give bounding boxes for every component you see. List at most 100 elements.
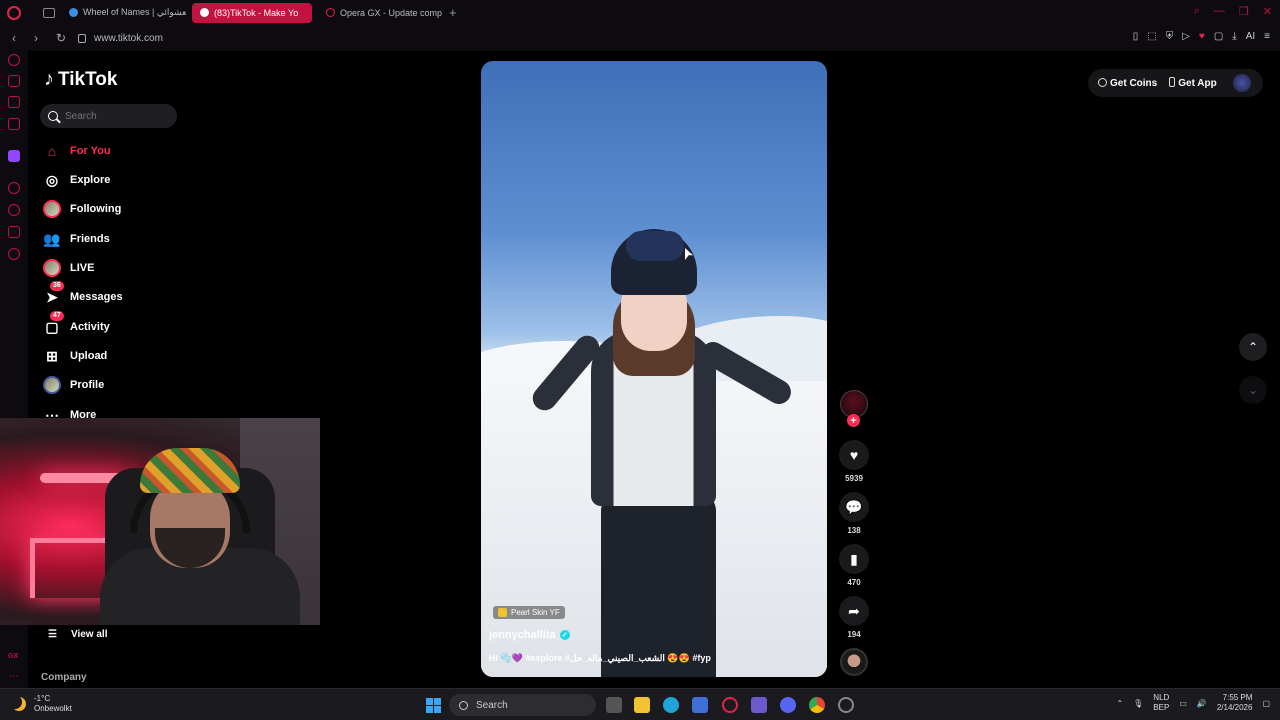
download-icon[interactable]: ⤓ [1232,31,1236,42]
gx-icon[interactable]: GX [8,653,18,660]
history-icon[interactable] [8,54,20,66]
nav-messages[interactable]: ➤ 36 Messages [42,281,123,308]
new-tab-button[interactable]: + [449,5,457,20]
volume-icon[interactable]: 🔊 [1197,699,1207,708]
nav-upload[interactable]: ⊞ Upload [42,345,107,367]
clock-icon[interactable] [8,204,20,216]
nav-live[interactable]: LIVE [42,257,94,279]
verified-icon: ✓ [559,630,570,640]
twitch-icon[interactable] [8,150,20,162]
video-author[interactable]: jennychallita ✓ [489,629,570,641]
save-action[interactable]: ▮ 470 [838,544,870,587]
nav-explore[interactable]: ◎ Explore [42,169,110,191]
nav-label: Explore [70,174,111,186]
heart-icon: ♥ [839,440,869,470]
discord-icon[interactable] [780,697,796,713]
chat-icon[interactable] [8,226,20,238]
app-icon[interactable] [751,697,767,713]
user-avatar[interactable] [1232,74,1251,92]
tiktok-wordmark: TikTok [58,68,118,90]
cube-icon[interactable] [8,118,20,130]
share-action[interactable]: ➦ 194 [838,596,870,639]
file-explorer-icon[interactable] [634,697,650,713]
chrome-icon[interactable] [809,697,825,713]
address-bar: ‹ › ↻ www.tiktok.com ▯ ⬚ ⛨ ▷ ♥ ▢ ⤓ AI ≡ [0,25,1280,51]
maximize-icon[interactable]: ❐ [1239,5,1249,18]
task-view-icon[interactable] [606,697,622,713]
notification-icon[interactable]: ▢ [1262,699,1270,708]
bookmark-icon[interactable]: ▯ [1133,31,1139,42]
music-disc-icon[interactable] [840,648,868,676]
lock-icon[interactable] [78,33,86,43]
store-icon[interactable] [692,697,708,713]
weather-text: -1°C Onbewolkt [34,694,72,714]
search-tabs-icon[interactable]: ⌕ [1194,5,1200,18]
like-action[interactable]: ♥ 5939 [838,440,870,483]
language-indicator[interactable]: NLD BEP [1153,693,1169,713]
player-icon[interactable] [8,182,20,194]
heart-icon[interactable]: ♥ [1199,31,1205,42]
nav-profile[interactable]: Profile [42,374,104,396]
ai-button[interactable]: AI [1246,31,1255,42]
tray-overflow-icon[interactable]: ⌃ [1116,699,1123,708]
get-coins-button[interactable]: Get Coins [1098,77,1157,89]
nav-friends[interactable]: 👥 Friends [42,228,109,250]
get-app-button[interactable]: Get App [1169,77,1217,89]
minimize-icon[interactable]: — [1214,5,1225,18]
comment-action[interactable]: 💬 138 [838,492,870,535]
menu-icon[interactable]: ≡ [1264,31,1270,42]
upload-icon: ⊞ [46,347,58,364]
reload-icon[interactable]: ↻ [56,31,66,45]
company-heading[interactable]: Company [41,672,87,683]
system-tray: ⌃ 🎙 NLD BEP ▭ 🔊 7:55 PM 2/14/2026 ▢ [1116,693,1270,713]
search-input[interactable] [65,110,165,122]
tab-tiktok[interactable]: (83)TikTok - Make Yo [192,2,312,23]
video-player[interactable]: Pearl Skin YF jennychallita ✓ Hi 🫧💜 #exp… [481,61,827,677]
bag-icon[interactable] [8,75,20,87]
opera-logo-icon[interactable] [7,5,21,20]
video-caption[interactable]: Hi 🫧💜 #explore #الشعب_الصيني_ماله_حل 😍😍 … [489,653,711,664]
header-actions: Get Coins Get App [1088,69,1263,97]
shield-icon[interactable]: ⛨ [1166,31,1174,42]
mail-icon[interactable] [8,96,20,108]
chevron-down-icon: ⌄ [1247,383,1259,397]
sponsor-label: Pearl Skin YF [511,608,560,617]
weather-widget[interactable]: -1°C Onbewolkt [12,694,72,714]
network-icon[interactable]: ▭ [1179,699,1187,708]
wallet-icon[interactable]: ▢ [1214,31,1223,42]
snapshot-icon[interactable]: ⬚ [1147,31,1156,42]
username-label: jennychallita [489,629,556,641]
previous-video-button[interactable]: ⌃ [1239,333,1267,361]
subject-legs [601,491,716,677]
edge-icon[interactable] [663,697,679,713]
microphone-icon[interactable]: 🎙 [1133,699,1143,708]
taskbar-search[interactable]: Search [449,694,596,716]
search-box[interactable] [40,104,177,128]
nav-following[interactable]: Following [42,198,121,220]
nav-for-you[interactable]: ⌂ For You [42,140,111,162]
sponsor-tag[interactable]: Pearl Skin YF [493,606,565,619]
forward-icon[interactable]: › [34,31,44,45]
settings-icon[interactable] [8,248,20,260]
sidebar-more-icon[interactable]: ⋯ [9,671,19,682]
start-button[interactable] [426,698,441,713]
share-icon: ➦ [839,596,869,626]
opera-gx-taskbar-icon[interactable] [722,697,738,713]
follow-plus-icon[interactable]: + [847,414,860,427]
url-field[interactable]: www.tiktok.com [94,33,163,44]
nav-label: Profile [70,379,105,391]
next-video-button[interactable]: ⌄ [1239,376,1267,404]
view-all-link[interactable]: ☰ View all [48,629,107,640]
tab-opera-gx[interactable]: Opera GX - Update comp [318,3,443,23]
back-icon[interactable]: ‹ [12,31,22,45]
list-icon: ☰ [48,629,57,640]
play-icon[interactable]: ▷ [1182,31,1190,42]
tab-islands-icon[interactable] [43,7,55,18]
nav-label: For You [70,145,111,157]
app2-icon[interactable] [838,697,854,713]
close-icon[interactable]: ✕ [1263,5,1272,18]
clock[interactable]: 7:55 PM 2/14/2026 [1217,693,1253,713]
nav-activity[interactable]: ▢ 47 Activity [42,311,110,338]
tab-wheel-of-names[interactable]: Wheel of Names | العشوائي [61,3,186,23]
tiktok-logo[interactable]: ♪ TikTok [44,68,117,91]
